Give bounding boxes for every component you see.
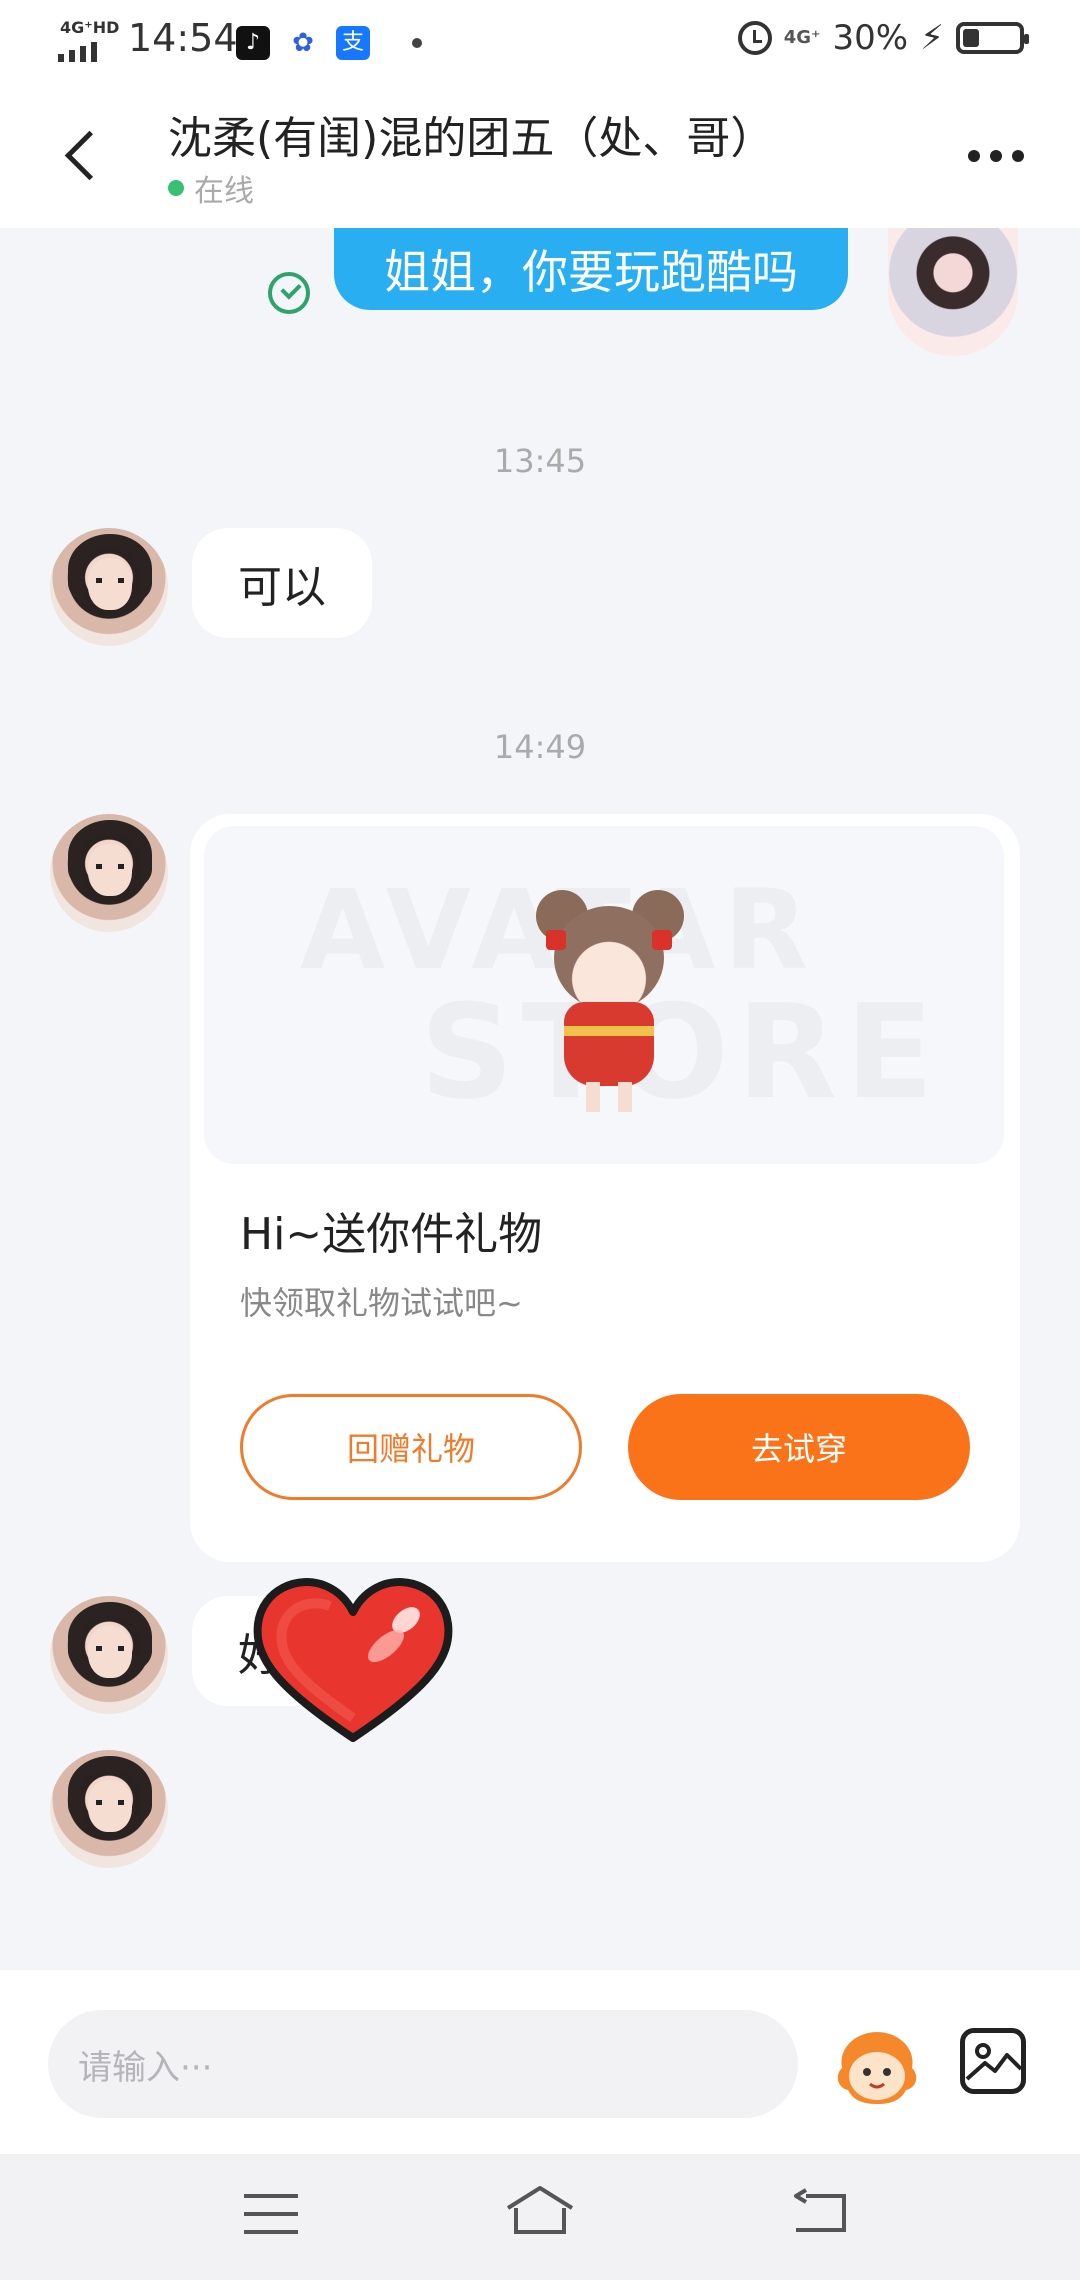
image-icon bbox=[965, 2043, 1023, 2081]
notification-dot-icon bbox=[412, 38, 422, 48]
status-time: 14:54 bbox=[128, 16, 238, 60]
system-nav-bar bbox=[0, 2154, 1080, 2280]
gift-card[interactable]: AVATAR STORE Hi~送你件礼物 快领取礼物试试吧~ 回赠礼物 去试穿 bbox=[190, 814, 1020, 1562]
charging-icon: ⚡ bbox=[920, 18, 944, 58]
baidu-icon: ✿ bbox=[286, 26, 320, 60]
contact-avatar[interactable] bbox=[50, 1750, 168, 1868]
contact-avatar[interactable] bbox=[50, 528, 168, 646]
signal-icon: 4G⁺HD bbox=[58, 18, 119, 62]
sent-message-text: 姐姐，你要玩跑酷吗 bbox=[384, 245, 798, 299]
network-right-label: 4G⁺ bbox=[783, 27, 821, 48]
gift-image: AVATAR STORE bbox=[204, 826, 1004, 1164]
message-input[interactable]: 请输入··· bbox=[48, 2010, 798, 2118]
battery-icon bbox=[956, 22, 1029, 54]
nav-menu-button[interactable] bbox=[244, 2194, 298, 2234]
network-label: 4G⁺HD bbox=[60, 18, 120, 37]
my-avatar[interactable] bbox=[888, 228, 1018, 356]
sent-message-bubble[interactable]: 姐姐，你要玩跑酷吗 bbox=[334, 228, 848, 310]
battery-percent: 30% bbox=[832, 18, 909, 58]
alipay-icon: 支 bbox=[336, 26, 370, 60]
avatar-doll-image bbox=[524, 886, 694, 1116]
chat-header: 沈柔(有闺)混的团五（处、哥） 在线 bbox=[0, 84, 1080, 228]
nav-back-button[interactable] bbox=[792, 2188, 850, 2234]
gift-card-title: Hi~送你件礼物 bbox=[240, 1209, 543, 1260]
contact-avatar[interactable] bbox=[50, 814, 168, 932]
input-bar: 请输入··· bbox=[0, 1970, 1080, 2154]
return-gift-button[interactable]: 回赠礼物 bbox=[240, 1394, 582, 1500]
image-picker-button[interactable] bbox=[960, 2028, 1026, 2094]
status-bar: 4G⁺HD 14:54 ♪ ✿ 支 4G⁺ 30% ⚡ bbox=[0, 0, 1080, 84]
alarm-icon bbox=[737, 21, 772, 55]
back-button[interactable] bbox=[62, 124, 102, 184]
try-on-button[interactable]: 去试穿 bbox=[628, 1394, 970, 1500]
nav-home-button[interactable] bbox=[504, 2184, 576, 2236]
online-label: 在线 bbox=[194, 174, 254, 209]
sticker-mascot-icon[interactable] bbox=[834, 2028, 920, 2106]
gift-card-subtitle: 快领取礼物试试吧~ bbox=[240, 1284, 523, 1322]
contact-avatar[interactable] bbox=[50, 1596, 168, 1714]
timestamp: 14:49 bbox=[493, 728, 587, 766]
heart-sticker-icon[interactable] bbox=[248, 1568, 458, 1748]
online-status: 在线 bbox=[168, 166, 254, 210]
chat-area[interactable]: 姐姐，你要玩跑酷吗 13:45 可以 14:49 AVATAR STORE Hi… bbox=[0, 228, 1080, 1970]
battery-level bbox=[963, 29, 979, 47]
tiktok-icon: ♪ bbox=[236, 26, 270, 60]
chat-title: 沈柔(有闺)混的团五（处、哥） bbox=[168, 113, 775, 164]
online-dot-icon bbox=[168, 180, 184, 196]
received-message-bubble[interactable]: 可以 bbox=[192, 528, 372, 638]
received-message-text: 可以 bbox=[238, 562, 326, 613]
read-check-icon bbox=[268, 272, 310, 314]
status-right: 4G⁺ 30% ⚡ bbox=[737, 18, 1029, 58]
timestamp: 13:45 bbox=[493, 442, 587, 480]
more-options-button[interactable] bbox=[968, 150, 1024, 162]
